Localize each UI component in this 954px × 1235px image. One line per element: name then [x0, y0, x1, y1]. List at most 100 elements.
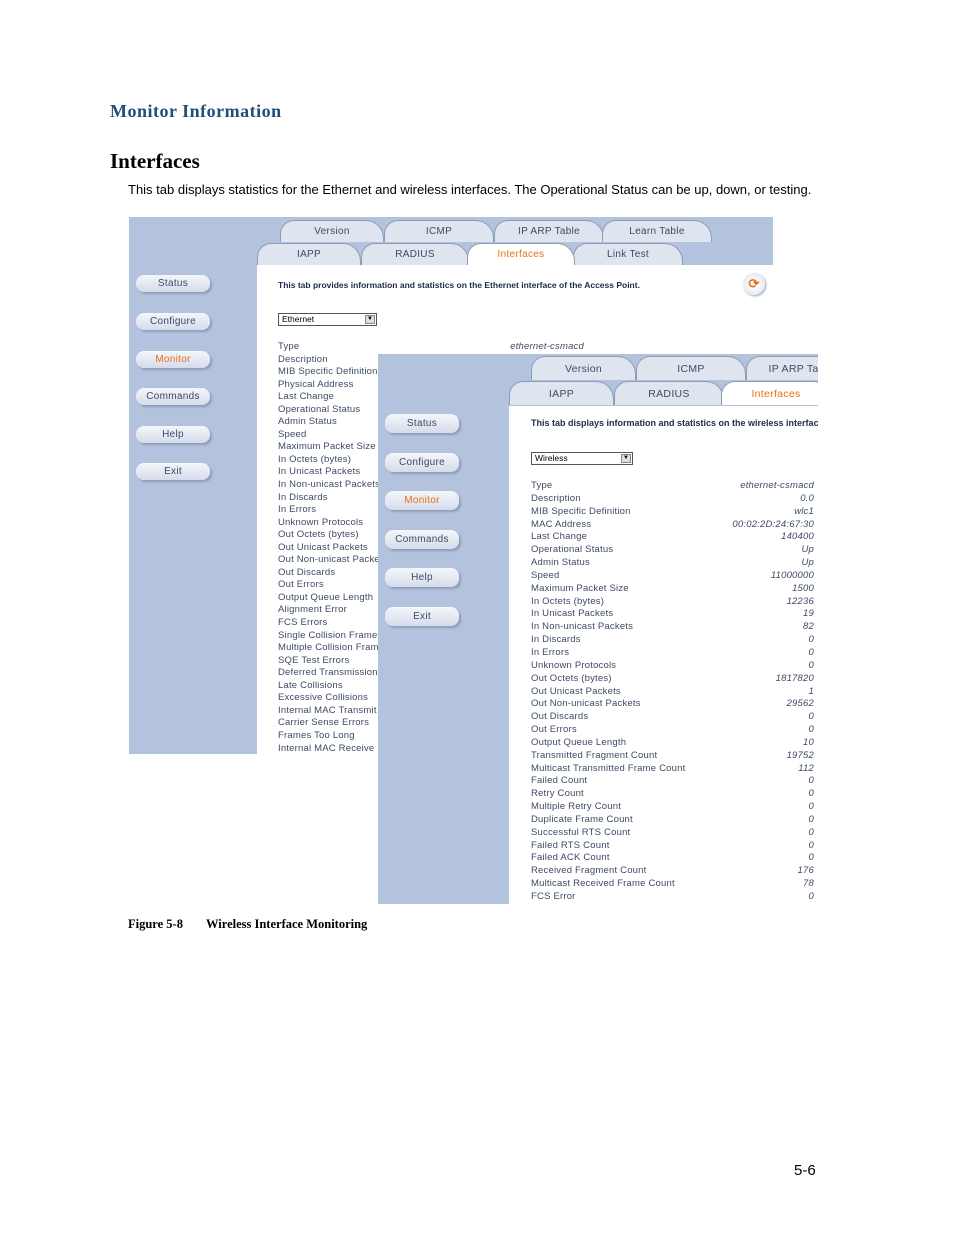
stat-row: Type ethernet-csmacd [531, 480, 814, 493]
stat-value: 29562 [786, 698, 814, 710]
tab-ip-arp-table[interactable]: IP ARP Table [494, 220, 604, 242]
stat-label: Multiple Retry Count [531, 801, 622, 813]
stat-label: MAC Address [531, 518, 592, 530]
stat-row: Speed 11000000 [531, 570, 814, 583]
stat-label: In Octets (bytes) [531, 595, 605, 607]
nav-button-monitor[interactable]: Monitor [136, 351, 210, 368]
stat-label: Successful RTS Count [531, 826, 631, 838]
stat-label: In Octets (bytes) [278, 453, 352, 465]
nav-button-configure[interactable]: Configure [385, 453, 459, 472]
stat-label: Out Discards [278, 566, 336, 578]
stat-value: 1 [808, 685, 814, 697]
stat-label: Speed [278, 428, 307, 440]
tab-version[interactable]: Version [280, 220, 384, 242]
stat-value: 1500 [792, 582, 814, 594]
stat-value: 82 [803, 621, 814, 633]
figure-caption: Figure 5-8 Wireless Interface Monitoring [128, 917, 367, 932]
stat-label: In Non-unicast Packets [531, 621, 634, 633]
stat-value: 1817820 [775, 672, 814, 684]
tab-interfaces[interactable]: Interfaces [467, 243, 575, 265]
nav-button-commands[interactable]: Commands [136, 388, 210, 405]
stat-value: 0 [808, 775, 814, 787]
stat-row: Failed Count 0 [531, 775, 814, 788]
stat-row: In Errors 0 [531, 647, 814, 660]
stat-label: FCS Errors [278, 617, 328, 629]
stat-label: Admin Status [531, 557, 590, 569]
stat-row: Unknown Protocols 0 [531, 660, 814, 673]
stat-value: ethernet-csmacd [510, 341, 584, 352]
nav-button-configure[interactable]: Configure [136, 313, 210, 330]
nav-button-help[interactable]: Help [136, 426, 210, 443]
tab-radius[interactable]: RADIUS [361, 243, 469, 265]
stat-value: 140400 [781, 531, 814, 543]
stat-value: 176 [797, 865, 814, 877]
stat-label: Maximum Packet Size [531, 582, 629, 594]
stat-label: Speed [531, 569, 560, 581]
stat-label: In Discards [531, 634, 581, 646]
stat-value: 0 [808, 839, 814, 851]
stat-label: Alignment Error [278, 604, 347, 616]
tab-interfaces[interactable]: Interfaces [721, 381, 818, 405]
interface-select[interactable]: Wireless ▼ [531, 452, 633, 465]
stat-label: Out Discards [531, 711, 589, 723]
stat-label: Out Octets (bytes) [531, 672, 612, 684]
stat-value: 0 [808, 891, 814, 902]
stat-row: Transmitted Fragment Count 19752 [531, 750, 814, 763]
stat-label: Deferred Transmissions [278, 667, 383, 679]
stat-label: Late Collisions [278, 679, 343, 691]
nav-button-commands[interactable]: Commands [385, 530, 459, 549]
stat-label: Duplicate Frame Count [531, 813, 633, 825]
tab-icmp[interactable]: ICMP [636, 356, 746, 380]
stat-row: MIB Specific Definition wlc1 [531, 506, 814, 519]
stat-row: In Discards 0 [531, 634, 814, 647]
interface-select[interactable]: Ethernet ▼ [278, 313, 377, 326]
stat-value: 0 [808, 711, 814, 723]
stat-row: Retry Count 0 [531, 788, 814, 801]
nav-button-status[interactable]: Status [385, 414, 459, 433]
stat-label: In Unicast Packets [531, 608, 614, 620]
nav-button-exit[interactable]: Exit [385, 607, 459, 626]
wireless-interface-screenshot: Status Configure Monitor Commands Help Exit V… [378, 354, 818, 904]
stat-row: Admin Status Up [531, 557, 814, 570]
stat-value: 0 [808, 852, 814, 864]
tab-iapp[interactable]: IAPP [509, 381, 614, 405]
nav-button-status[interactable]: Status [136, 275, 210, 292]
interface-select-value: Wireless [535, 453, 568, 463]
stat-row: Last Change 140400 [531, 531, 814, 544]
figure-title: Wireless Interface Monitoring [206, 917, 368, 931]
stat-value: 0 [808, 634, 814, 646]
tab-ip-arp-table[interactable]: IP ARP Table [746, 356, 818, 380]
nav-sidebar: Status Configure Monitor Commands Help Exit [129, 217, 257, 754]
stat-value: 19 [803, 608, 814, 620]
stat-label: Physical Address [278, 378, 354, 390]
stat-label: In Errors [278, 504, 317, 516]
tab-version[interactable]: Version [531, 356, 636, 380]
tab-learn-table[interactable]: Learn Table [602, 220, 712, 242]
tab-icmp[interactable]: ICMP [384, 220, 494, 242]
tab-radius[interactable]: RADIUS [614, 381, 724, 405]
nav-button-monitor[interactable]: Monitor [385, 491, 459, 510]
stat-row: Out Unicast Packets 1 [531, 686, 814, 699]
stat-label: Received Fragment Count [531, 865, 647, 877]
stat-label: Maximum Packet Size [278, 441, 376, 453]
stat-label: Carrier Sense Errors [278, 717, 370, 729]
stat-label: In Unicast Packets [278, 466, 361, 478]
stat-label: MIB Specific Definition [531, 505, 631, 517]
refresh-icon[interactable]: ⟳ [743, 273, 765, 295]
tab-bar: Version ICMP IP ARP Table Learn Table IAPP RA… [257, 217, 773, 265]
nav-button-help[interactable]: Help [385, 568, 459, 587]
tab-link-test[interactable]: Link Test [573, 243, 683, 265]
stat-label: Out Unicast Packets [278, 541, 368, 553]
tab-description: This tab displays information and statis… [531, 418, 818, 428]
stat-label: Description [278, 353, 328, 365]
stat-label: Failed RTS Count [531, 839, 610, 851]
stat-label: SQE Test Errors [278, 654, 350, 666]
nav-button-exit[interactable]: Exit [136, 463, 210, 480]
stat-label: Last Change [278, 391, 335, 403]
stat-label: Out Octets (bytes) [278, 529, 359, 541]
stat-row: Out Discards 0 [531, 711, 814, 724]
stat-value: 10 [803, 736, 814, 748]
stat-label: In Errors [531, 646, 570, 658]
stat-row: Operational Status Up [531, 544, 814, 557]
tab-iapp[interactable]: IAPP [257, 243, 361, 265]
